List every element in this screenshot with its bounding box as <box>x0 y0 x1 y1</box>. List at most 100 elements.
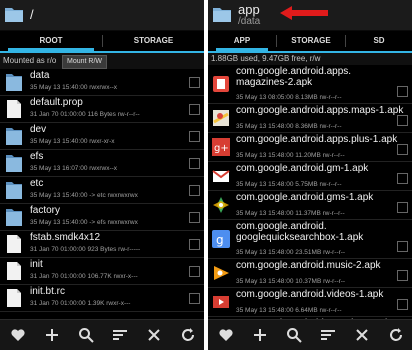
select-checkbox[interactable] <box>189 185 200 196</box>
select-checkbox[interactable] <box>397 86 408 97</box>
sort-icon[interactable] <box>320 327 336 343</box>
gmail-icon <box>211 166 231 186</box>
heart-icon[interactable] <box>218 327 234 343</box>
svg-text:g: g <box>216 233 224 247</box>
storage-usage-bar: 1.88GB used, 9.47GB free, r/w <box>208 53 412 65</box>
select-checkbox[interactable] <box>397 270 408 281</box>
current-subpath: /data <box>238 16 261 27</box>
apk-meta: 35 May 13 15:48:00 10.37MB rw-r--r-- <box>236 278 346 285</box>
folder-icon <box>5 72 23 92</box>
select-checkbox[interactable] <box>189 266 200 277</box>
folder-icon <box>5 180 23 200</box>
file-list-item[interactable]: fstab.smdk4x12 31 Jan 70 01:00:00 923 Byt… <box>0 231 204 258</box>
apk-list-item[interactable]: com.google.android.apps. magazines-2.apk… <box>208 65 412 104</box>
file-meta: 31 Jan 70 01:00:00 106.77K rwxr-x--- <box>30 273 138 280</box>
tab-sd[interactable]: SD <box>346 31 412 51</box>
file-list-item[interactable]: dev 35 May 13 15:40:00 rwxr-xr-x <box>0 123 204 150</box>
mount-rw-button[interactable]: Mount R/W <box>62 55 108 69</box>
file-list-item[interactable]: init.bt.rc 31 Jan 70 01:00:00 1.39K rwxr-… <box>0 285 204 312</box>
tab-app[interactable]: APP <box>208 31 276 51</box>
play-movies-icon <box>211 292 231 312</box>
apk-meta: 35 May 13 15:48:00 8.36MB rw-r--r-- <box>236 123 342 130</box>
file-meta: 35 May 13 15:40:00 -> etc rwxrwxrwx <box>30 192 138 199</box>
apk-list-item[interactable]: com.google.android.videos-1.apk 35 May 13… <box>208 288 412 317</box>
apk-list-item[interactable]: g+ com.google.android.apps.plus-1.apk 35 M… <box>208 133 412 162</box>
select-checkbox[interactable] <box>189 158 200 169</box>
google-search-icon: g <box>211 229 231 249</box>
file-name: efs <box>30 151 44 162</box>
file-list-item[interactable]: etc 35 May 13 15:40:00 -> etc rwxrwxrwx <box>0 177 204 204</box>
select-checkbox[interactable] <box>189 212 200 223</box>
close-icon[interactable] <box>354 327 370 343</box>
apk-list-item[interactable]: g com.google.android. googlequicksearchbo… <box>208 220 412 259</box>
heart-icon[interactable] <box>10 327 26 343</box>
file-name: init.bt.rc <box>30 286 66 297</box>
select-checkbox[interactable] <box>189 77 200 88</box>
apk-list-item[interactable]: com.google.android.gms-1.apk 35 May 13 15… <box>208 191 412 220</box>
tab-storage[interactable]: STORAGE <box>277 31 345 51</box>
apk-name: com.google.android.apps. magazines-2.apk <box>236 66 352 88</box>
file-list-item[interactable]: data 35 May 13 15:40:00 rwxrwx--x <box>0 69 204 96</box>
svg-text:g+: g+ <box>214 143 229 154</box>
select-checkbox[interactable] <box>397 202 408 213</box>
storage-usage-text: 1.88GB used, 9.47GB free, r/w <box>211 54 321 63</box>
file-icon <box>5 261 23 281</box>
select-checkbox[interactable] <box>397 173 408 184</box>
right-footer-toolbar <box>208 319 412 350</box>
apk-meta: 35 May 13 15:48:00 5.75MB rw-r--r-- <box>236 181 342 188</box>
file-icon <box>5 99 23 119</box>
select-checkbox[interactable] <box>189 131 200 142</box>
maps-app-icon <box>211 108 231 128</box>
apk-name: com.google.android.apps.maps-1.apk <box>236 105 404 116</box>
left-tabs: ROOT STORAGE <box>0 31 204 51</box>
folder-icon <box>5 207 23 227</box>
play-music-icon <box>211 263 231 283</box>
file-meta: 35 May 13 15:40:00 rwxr-xr-x <box>30 138 115 145</box>
google-plus-icon: g+ <box>211 137 231 157</box>
file-name: fstab.smdk4x12 <box>30 232 101 243</box>
apk-list-item[interactable]: com.google.android.music-2.apk 35 May 13 … <box>208 259 412 288</box>
close-icon[interactable] <box>146 327 162 343</box>
file-meta: 31 Jan 70 01:00:00 1.39K rwxr-x--- <box>30 300 131 307</box>
apk-name: com.google.android.gms-1.apk <box>236 192 374 203</box>
refresh-icon[interactable] <box>388 327 404 343</box>
refresh-icon[interactable] <box>180 327 196 343</box>
file-name: init <box>30 259 43 270</box>
apk-meta: 35 May 13 15:48:00 11.20MB rw-r--r-- <box>236 152 345 159</box>
select-checkbox[interactable] <box>189 104 200 115</box>
search-icon[interactable] <box>78 327 94 343</box>
select-checkbox[interactable] <box>397 115 408 126</box>
select-checkbox[interactable] <box>189 293 200 304</box>
file-icon <box>5 288 23 308</box>
select-checkbox[interactable] <box>397 299 408 310</box>
file-meta: 35 May 13 16:07:00 rwxrwx--x <box>30 165 118 172</box>
file-list-item[interactable]: factory 35 May 13 15:40:00 -> efs rwxrwxr… <box>0 204 204 231</box>
current-path: app <box>238 2 260 17</box>
apk-list-item[interactable]: com.google.android.apps.maps-1.apk 35 May… <box>208 104 412 133</box>
tab-root[interactable]: ROOT <box>0 31 102 51</box>
right-top-bar: app /data <box>208 0 412 31</box>
file-meta: 35 May 13 15:40:00 -> efs rwxrwxrwx <box>30 219 138 226</box>
file-name: etc <box>30 178 44 189</box>
magazines-app-icon <box>211 74 231 94</box>
select-checkbox[interactable] <box>189 239 200 250</box>
select-checkbox[interactable] <box>397 241 408 252</box>
right-tabs: APP STORAGE SD <box>208 31 412 51</box>
search-icon[interactable] <box>286 327 302 343</box>
select-checkbox[interactable] <box>397 144 408 155</box>
apk-meta: 35 May 13 08:05:00 8.13MB rw-r--r-- <box>236 94 342 101</box>
file-list-item[interactable]: default.prop 31 Jan 70 01:00:00 116 Bytes… <box>0 96 204 123</box>
sort-icon[interactable] <box>112 327 128 343</box>
left-file-list: data 35 May 13 15:40:00 rwxrwx--x default.… <box>0 69 204 312</box>
file-list-item[interactable]: init 31 Jan 70 01:00:00 106.77K rwxr-x--- <box>0 258 204 285</box>
apk-name: com.google.android.videos-1.apk <box>236 289 384 300</box>
apk-meta: 35 May 13 15:48:00 6.64MB rw-r--r-- <box>236 307 342 314</box>
apk-list-item[interactable]: com.google.android.gm-1.apk 35 May 13 15:… <box>208 162 412 191</box>
file-meta: 35 May 13 15:40:00 rwxrwx--x <box>30 84 118 91</box>
plus-icon[interactable] <box>252 327 268 343</box>
file-meta: 31 Jan 70 01:00:00 923 Bytes rw-r----- <box>30 246 141 253</box>
file-name: factory <box>30 205 61 216</box>
file-list-item[interactable]: efs 35 May 13 16:07:00 rwxrwx--x <box>0 150 204 177</box>
tab-storage[interactable]: STORAGE <box>103 31 204 51</box>
plus-icon[interactable] <box>44 327 60 343</box>
